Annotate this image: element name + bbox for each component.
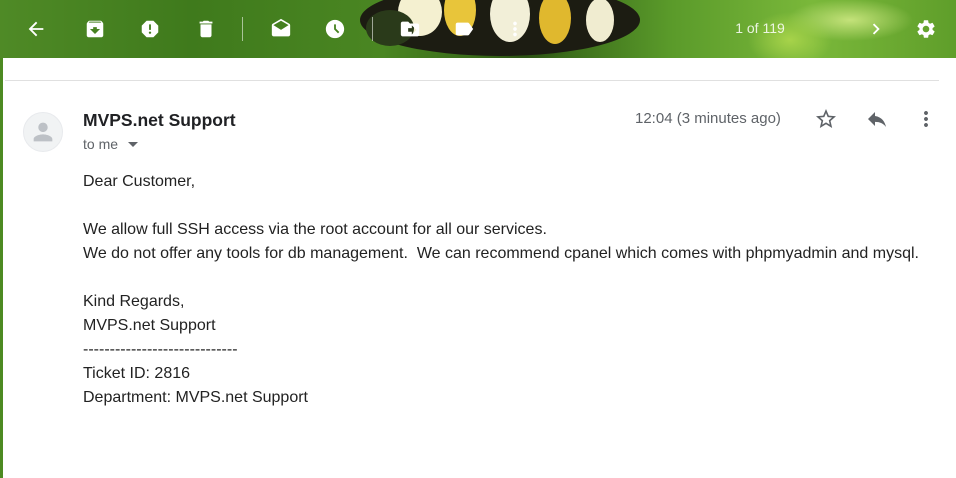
pager-count: 1 of 119	[735, 20, 785, 36]
person-icon	[33, 122, 53, 142]
body-line: Department: MVPS.net Support	[83, 389, 308, 406]
body-line: -----------------------------	[83, 341, 238, 358]
body-line	[83, 194, 943, 218]
toolbar-divider	[372, 17, 373, 41]
toolbar-divider	[242, 17, 243, 41]
email-timestamp: 12:04 (3 minutes ago)	[635, 110, 781, 127]
body-line: We do not offer any tools for db managem…	[83, 245, 919, 262]
more-options-icon[interactable]	[913, 106, 939, 132]
sender-name[interactable]: MVPS.net Support	[83, 110, 236, 131]
snooze-icon[interactable]	[323, 17, 347, 41]
body-line: Dear Customer,	[83, 173, 196, 190]
star-icon[interactable]	[813, 106, 839, 132]
more-vert-icon[interactable]	[503, 17, 527, 41]
reply-icon[interactable]	[864, 106, 890, 132]
report-spam-icon[interactable]	[138, 17, 162, 41]
body-line: We allow full SSH access via the root ac…	[83, 221, 547, 238]
delete-icon[interactable]	[194, 17, 218, 41]
body-line: Ticket ID: 2816	[83, 365, 191, 382]
back-arrow-icon[interactable]	[24, 17, 48, 41]
body-line: MVPS.net Support	[83, 317, 216, 334]
caret-down-icon	[128, 141, 139, 147]
toolbar: 1 of 119	[0, 0, 956, 58]
recipient-details-toggle[interactable]: to me	[83, 136, 139, 152]
header-divider	[5, 80, 939, 81]
sender-avatar[interactable]	[23, 112, 63, 152]
body-line	[83, 266, 943, 290]
settings-gear-icon[interactable]	[914, 17, 938, 41]
left-theme-edge	[0, 58, 3, 478]
archive-icon[interactable]	[83, 17, 107, 41]
recipient-label: to me	[83, 136, 119, 152]
email-body: Dear Customer, We allow full SSH access …	[83, 170, 943, 410]
next-chevron-icon[interactable]	[864, 17, 888, 41]
labels-icon[interactable]	[452, 17, 476, 41]
body-line: Kind Regards,	[83, 293, 185, 310]
move-to-icon[interactable]	[398, 17, 422, 41]
mark-unread-icon[interactable]	[269, 17, 293, 41]
